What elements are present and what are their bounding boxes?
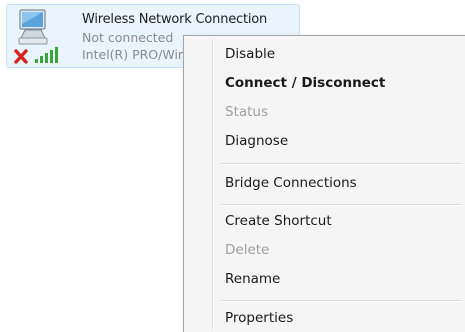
menu-gutter (212, 39, 214, 329)
context-menu: Disable Connect / Disconnect Status Diag… (183, 35, 465, 332)
disconnected-x-icon (14, 49, 28, 64)
menu-item-delete: Delete (225, 242, 270, 258)
adapter-name: Wireless Network Connection (82, 12, 268, 27)
computer-icon (18, 9, 48, 45)
menu-item-properties[interactable]: Properties (225, 304, 460, 332)
menu-item-diagnose[interactable]: Diagnose (225, 127, 460, 155)
signal-bars-icon (35, 47, 58, 63)
menu-separator (220, 163, 462, 165)
menu-item-disable[interactable]: Disable (225, 40, 460, 68)
menu-item-bridge-connections[interactable]: Bridge Connections (225, 169, 460, 197)
network-adapter-icon (11, 7, 81, 67)
menu-item-status: Status (225, 104, 269, 120)
menu-separator (220, 204, 462, 206)
menu-item-connect-disconnect[interactable]: Connect / Disconnect (225, 69, 460, 97)
adapter-status: Not connected (82, 30, 174, 45)
menu-separator (220, 300, 462, 302)
menu-item-rename[interactable]: Rename (225, 265, 460, 293)
menu-item-create-shortcut[interactable]: Create Shortcut (225, 207, 460, 235)
